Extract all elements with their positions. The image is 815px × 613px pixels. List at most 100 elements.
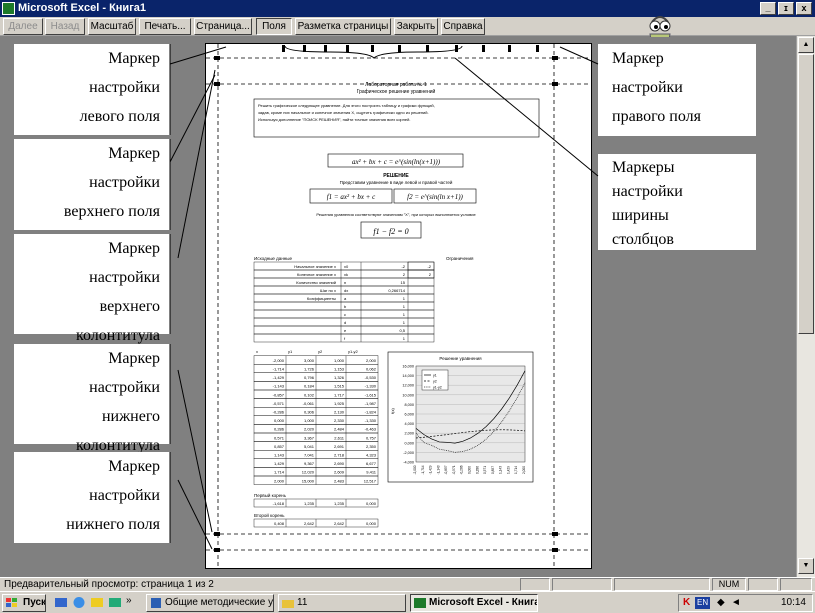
first-root-label: Первый корень — [254, 492, 287, 498]
root-cell: -1,618 — [273, 501, 285, 506]
input-value: 1 — [403, 320, 406, 325]
input-value: 2 — [403, 272, 406, 277]
table-cell: 2,484 — [334, 427, 345, 432]
input-var: x0 — [344, 264, 349, 269]
table-cell: -0,857 — [273, 392, 285, 397]
input-label: Шаг по x — [320, 288, 336, 293]
table-cell: 1,143 — [274, 453, 285, 458]
input-var: b — [344, 304, 347, 309]
x-tick-label: 0,571 — [483, 466, 487, 474]
close-button[interactable]: x — [796, 2, 812, 15]
table-header: y1-y2 — [348, 349, 359, 354]
page-setup-button[interactable]: Страница... — [194, 18, 252, 35]
scroll-thumb[interactable] — [798, 54, 814, 334]
table-cell: 12,517 — [364, 478, 377, 483]
page-break-preview-button[interactable]: Разметка страницы — [295, 18, 391, 35]
sheet-subtitle: Графическое решение уравнений — [357, 88, 436, 95]
table-cell: 7,041 — [304, 453, 315, 458]
prev-page-button[interactable]: Назад — [45, 18, 85, 35]
outlook-quicklaunch-icon[interactable] — [90, 596, 104, 609]
taskbar-item-excel[interactable]: Microsoft Excel - Книга1 — [410, 594, 538, 612]
x-tick-label: -1,429 — [429, 465, 433, 474]
next-page-button[interactable]: Далее — [3, 18, 43, 35]
f1-equation: f1 = ax² + bx + c — [327, 193, 376, 201]
table-cell: -0,530 — [365, 375, 377, 380]
x-tick-label: 2,000 — [522, 466, 526, 474]
input-var: d — [344, 320, 346, 325]
y-axis-label: f(x) — [390, 408, 395, 414]
preview-page[interactable]: Лабораторная работа № 1 Графическое реше… — [205, 43, 592, 569]
taskbar-item-folder[interactable]: 11 — [278, 594, 406, 612]
table-cell: -1,330 — [365, 418, 377, 423]
kaspersky-icon[interactable]: K — [683, 595, 690, 611]
table-cell: -0,061 — [303, 401, 315, 406]
margins-button[interactable]: Поля — [256, 18, 292, 35]
table-cell: 2,000 — [366, 358, 377, 363]
label-header-margin: Маркер настройки верхнего колонтитула — [14, 234, 170, 344]
taskbar-item-doc[interactable]: Общие методические у... — [146, 594, 274, 612]
table-cell: 2,483 — [334, 478, 345, 483]
table-cell: -1,824 — [365, 410, 377, 415]
constraint-value: -2 — [427, 264, 431, 269]
top-margin-marker-right — [552, 82, 558, 86]
table-cell: -0,571 — [273, 401, 285, 406]
desktop-quicklaunch-icon[interactable] — [54, 596, 68, 609]
word-doc-icon — [151, 598, 161, 608]
x-tick-label: -0,571 — [452, 465, 456, 474]
table-cell: 2,130 — [334, 410, 345, 415]
scroll-down-arrow-icon[interactable]: ▼ — [798, 558, 814, 574]
y-tick-label: -4,000 — [403, 461, 414, 465]
table-cell: 2,718 — [334, 453, 345, 458]
table-header: y2 — [318, 349, 323, 354]
y-tick-label: 10,000 — [402, 393, 414, 397]
print-button[interactable]: Печать... — [139, 18, 191, 35]
volume-icon[interactable]: ◄ — [731, 595, 741, 611]
input-value: 1 — [403, 312, 406, 317]
language-indicator[interactable]: EN — [695, 597, 711, 609]
input-var: c — [344, 312, 346, 317]
bottom-margin-marker-left — [214, 532, 220, 536]
table-cell: 6,677 — [366, 461, 377, 466]
status-text: Предварительный просмотр: страница 1 из … — [4, 579, 214, 590]
folder-icon — [282, 600, 294, 608]
scroll-up-arrow-icon[interactable]: ▲ — [798, 37, 814, 53]
table-cell: 1,326 — [334, 375, 345, 380]
input-value: 15 — [401, 280, 406, 285]
x-tick-label: 1,429 — [506, 466, 510, 474]
media-quicklaunch-icon[interactable] — [108, 596, 122, 609]
table-cell: -0,463 — [365, 427, 377, 432]
task-line: задав, кроме них начальное и конечное зн… — [258, 110, 429, 115]
ie-quicklaunch-icon[interactable] — [72, 596, 86, 609]
table-header: y1 — [288, 349, 293, 354]
window-title: Microsoft Excel - Книга1 — [18, 2, 147, 14]
legend-label: y1 — [433, 373, 437, 377]
network-icon[interactable]: ◆ — [717, 595, 725, 611]
x-tick-label: 1,714 — [514, 466, 518, 474]
minimize-button[interactable]: _ — [760, 2, 776, 15]
legend-label: y2 — [433, 379, 437, 383]
table-cell: 2,609 — [334, 470, 345, 475]
table-cell: 1,925 — [334, 401, 345, 406]
table-cell: 2,691 — [334, 444, 345, 449]
header-marker-left — [214, 56, 220, 60]
represent-text: Представим уравнение в виде левой и прав… — [340, 179, 453, 185]
restore-button[interactable]: ɪ — [778, 2, 794, 15]
table-cell: 15,000 — [302, 478, 315, 483]
main-equation: ax² + bx + c = e^(sin(ln(x+1))) — [352, 158, 441, 166]
close-preview-button[interactable]: Закрыть — [394, 18, 438, 35]
label-footer-margin: Маркер настройки нижнего колонтитула — [14, 344, 170, 454]
windows-logo-icon — [6, 598, 17, 607]
quicklaunch-more[interactable]: » — [126, 595, 132, 606]
x-tick-label: 0,857 — [491, 466, 495, 474]
zoom-button[interactable]: Масштаб — [88, 18, 136, 35]
preview-toolbar: Далее Назад Масштаб Печать... Страница..… — [0, 17, 815, 36]
start-button[interactable]: Пуск — [2, 594, 46, 612]
table-cell: -2,000 — [273, 358, 285, 363]
vertical-scrollbar[interactable]: ▲ ▼ — [796, 36, 815, 577]
y-tick-label: 14,000 — [402, 374, 414, 378]
table-cell: 2,611 — [334, 435, 344, 440]
header-marker-right — [552, 56, 558, 60]
label-column-width: Маркеры настройки ширины столбцов — [598, 154, 756, 250]
help-button[interactable]: Справка — [441, 18, 485, 35]
table-cell: 0,000 — [274, 418, 285, 423]
